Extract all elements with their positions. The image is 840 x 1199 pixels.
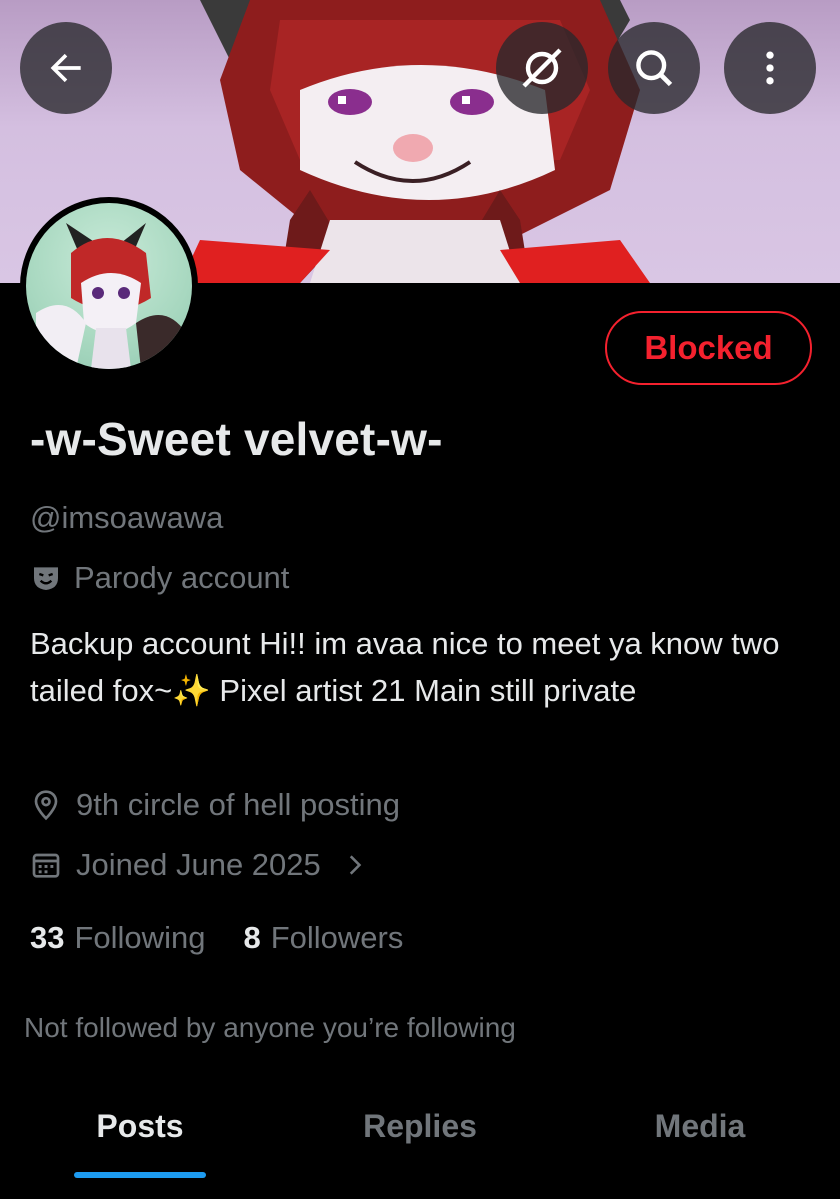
grok-icon (522, 48, 562, 88)
active-tab-indicator (74, 1172, 206, 1178)
search-button[interactable] (608, 22, 700, 114)
following-label: Following (74, 920, 206, 955)
profile-tabs: Posts Replies Media (0, 1085, 840, 1185)
tab-replies[interactable]: Replies (280, 1085, 560, 1185)
user-handle: @imsoawawa (30, 500, 224, 535)
tab-replies-label: Replies (363, 1108, 477, 1144)
parody-mask-icon (34, 567, 58, 590)
chevron-right-icon (349, 855, 362, 875)
followers-count: 8 (243, 920, 261, 955)
location-row: 9th circle of hell posting (30, 787, 400, 823)
tab-posts[interactable]: Posts (0, 1085, 280, 1185)
avatar-image (26, 203, 192, 369)
arrow-left-icon (50, 53, 81, 83)
followers-label: Followers (270, 920, 404, 955)
blocked-button[interactable]: Blocked (605, 311, 812, 385)
followers-link[interactable]: 8 Followers (243, 920, 403, 956)
follow-counts: 33 Following 8 Followers (30, 920, 403, 956)
following-count: 33 (30, 920, 65, 955)
more-options-button[interactable] (724, 22, 816, 114)
parody-label[interactable]: Parody account (30, 560, 289, 596)
display-name: -w-Sweet velvet-w- (30, 413, 443, 465)
avatar[interactable] (20, 197, 198, 375)
followed-by-info: Not followed by anyone you’re following (24, 1012, 516, 1043)
calendar-icon (32, 853, 60, 878)
profile-bio: Backup account Hi!! im avaa nice to meet… (30, 626, 780, 708)
grok-button[interactable] (496, 22, 588, 114)
joined-row[interactable]: Joined June 2025 (30, 847, 367, 883)
location-pin-icon (34, 790, 58, 821)
joined-text: Joined June 2025 (76, 847, 321, 882)
following-link[interactable]: 33 Following (30, 920, 205, 956)
more-vertical-icon (766, 51, 774, 85)
back-button[interactable] (20, 22, 112, 114)
tab-media-label: Media (654, 1108, 746, 1144)
location-text: 9th circle of hell posting (76, 787, 400, 822)
tab-media[interactable]: Media (560, 1085, 840, 1185)
tab-posts-label: Posts (96, 1108, 184, 1144)
search-icon (636, 50, 673, 87)
parody-label-text: Parody account (74, 560, 290, 595)
